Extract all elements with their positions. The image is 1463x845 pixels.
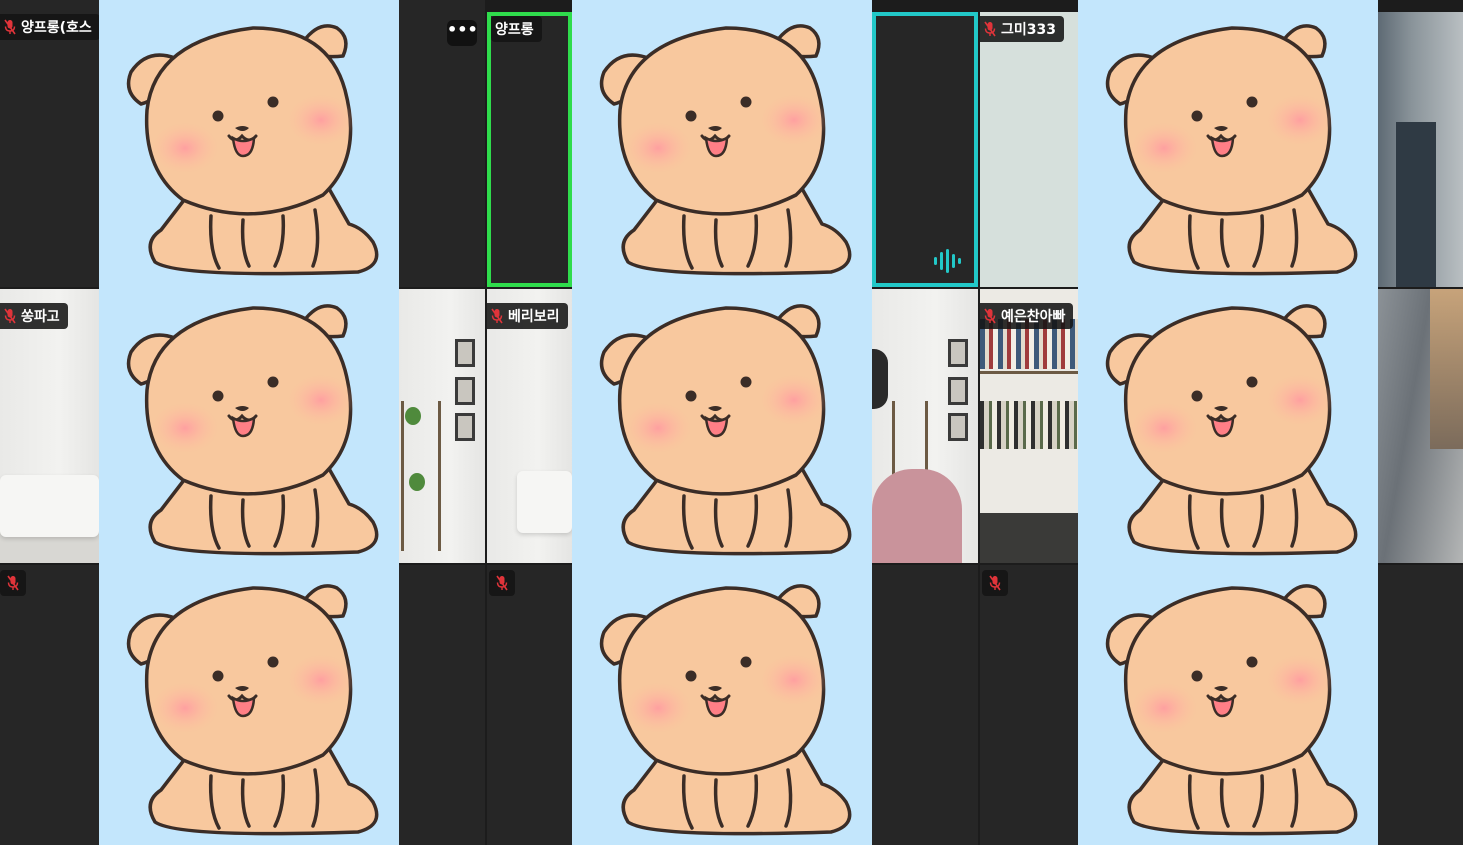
video-tile-empty[interactable]	[980, 565, 1078, 845]
plant	[409, 473, 425, 491]
wall-frame	[948, 413, 968, 441]
wall-frame	[455, 377, 475, 405]
video-tile-self[interactable]: •••	[399, 0, 485, 287]
participant-nametag: 그미333	[980, 16, 1064, 42]
puppy-sticker	[596, 290, 856, 560]
mic-muted-icon	[984, 308, 996, 324]
plant	[405, 407, 421, 425]
sticker-column	[99, 0, 399, 845]
video-tile-room[interactable]	[872, 289, 978, 563]
participant-nametag: 예은찬아빠	[980, 303, 1074, 329]
video-tile-p1[interactable]: 양프롱(호스	[0, 0, 99, 287]
video-tile-p6[interactable]: 예은찬아빠	[980, 289, 1078, 563]
puppy-sticker	[1102, 290, 1362, 560]
mic-muted-icon	[7, 575, 19, 591]
participant-name: 양프롱	[495, 22, 534, 38]
video-tile-empty[interactable]	[399, 565, 485, 845]
video-tile-p5[interactable]: 베리보리	[487, 289, 572, 563]
video-tile-camera[interactable]	[1378, 289, 1463, 563]
puppy-sticker	[123, 10, 383, 280]
mic-muted-icon	[496, 575, 508, 591]
person-shoulder	[872, 469, 962, 563]
puppy-sticker	[596, 570, 856, 840]
participant-name: 그미333	[1001, 22, 1056, 38]
sofa	[0, 475, 99, 537]
wall-frame	[948, 377, 968, 405]
door-shadow	[1396, 122, 1436, 287]
participant-nametag: 베리보리	[487, 303, 568, 329]
video-tile-p2[interactable]: 양프롱	[487, 12, 572, 287]
video-tile-p3[interactable]: 그미333	[980, 12, 1078, 287]
participant-nametag: 양프롱(호스	[0, 14, 99, 40]
video-tile-empty[interactable]	[1378, 565, 1463, 845]
audio-waveform-icon	[934, 249, 961, 273]
mic-status	[982, 570, 1008, 596]
video-tile-camera[interactable]	[1378, 12, 1463, 287]
wall-frame	[455, 413, 475, 441]
puppy-sticker	[123, 290, 383, 560]
bookshelf-row	[980, 401, 1078, 449]
sticker-column	[1078, 0, 1378, 845]
desk	[980, 513, 1078, 563]
video-tile-p4[interactable]: 쏭파고	[0, 289, 99, 563]
video-tile-empty[interactable]	[872, 565, 978, 845]
participant-nametag: 쏭파고	[0, 303, 68, 329]
puppy-sticker	[123, 570, 383, 840]
mic-muted-icon	[4, 308, 16, 324]
sofa	[517, 471, 572, 533]
video-tile-empty[interactable]	[0, 565, 99, 845]
video-tile-empty[interactable]	[487, 565, 572, 845]
mic-muted-icon	[989, 575, 1001, 591]
wall-frame	[948, 339, 968, 367]
wall-frame	[455, 339, 475, 367]
video-tile-speaking[interactable]	[872, 12, 978, 287]
mic-muted-icon	[4, 19, 16, 35]
mic-muted-icon	[984, 21, 996, 37]
puppy-sticker	[596, 10, 856, 280]
mic-status	[489, 570, 515, 596]
person-hair	[872, 349, 888, 409]
participant-name: 쏭파고	[21, 309, 60, 325]
sticker-column	[572, 0, 872, 845]
puppy-sticker	[1102, 570, 1362, 840]
participant-nametag: 양프롱	[491, 16, 542, 42]
lamp-object	[1430, 289, 1463, 449]
mic-status	[0, 570, 26, 596]
participant-name: 예은찬아빠	[1001, 309, 1066, 325]
video-tile-room[interactable]	[399, 289, 485, 563]
puppy-sticker	[1102, 10, 1362, 280]
shelf-board	[980, 371, 1078, 374]
mic-muted-icon	[491, 308, 503, 324]
participant-name: 베리보리	[508, 309, 560, 325]
more-options-icon[interactable]: •••	[447, 20, 478, 46]
participant-name: 양프롱(호스	[21, 20, 92, 36]
